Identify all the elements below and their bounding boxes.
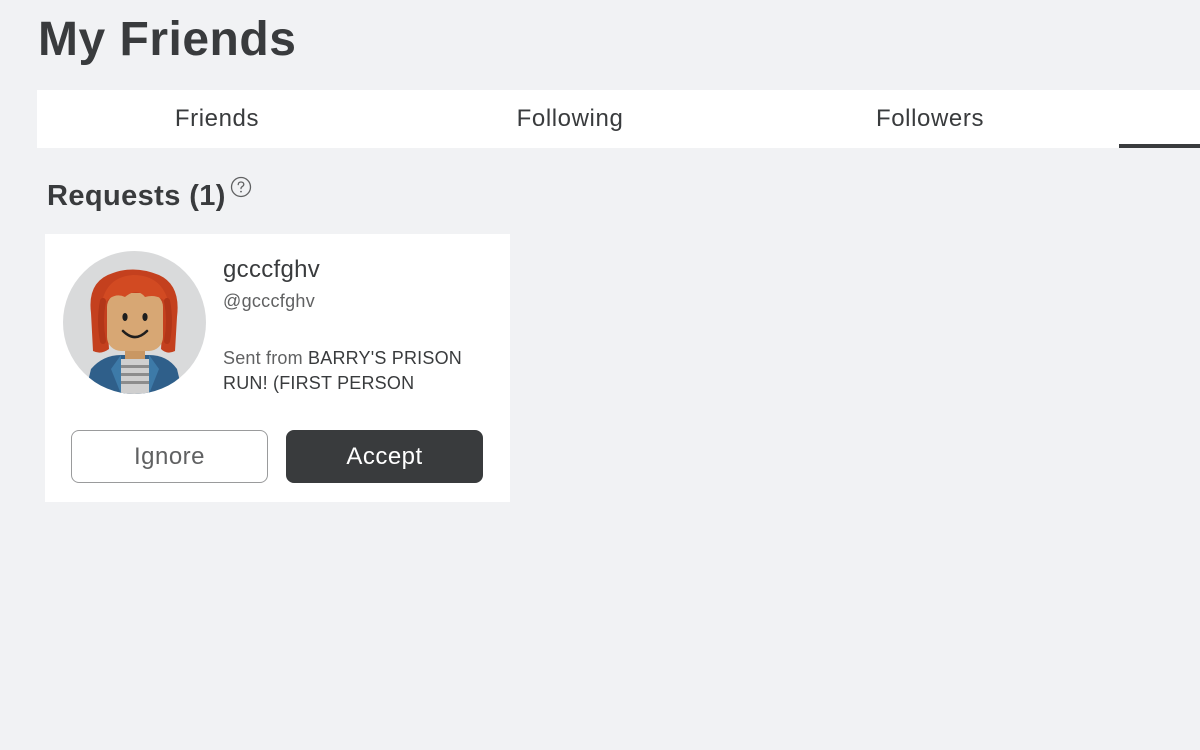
friend-request-card: gcccfghv @gcccfghv Sent from BARRY'S PRI… bbox=[45, 234, 510, 502]
tab-followers[interactable]: Followers bbox=[750, 90, 1110, 148]
page-title: My Friends bbox=[38, 13, 297, 66]
accept-button[interactable]: Accept bbox=[286, 430, 483, 483]
question-circle-icon[interactable] bbox=[230, 176, 252, 198]
avatar[interactable] bbox=[63, 251, 206, 394]
sent-from-text: Sent from BARRY'S PRISON RUN! (FIRST PER… bbox=[223, 346, 503, 396]
friends-page: My Friends Friends Following Followers R… bbox=[0, 0, 1200, 750]
friends-tab-bar: Friends Following Followers bbox=[37, 90, 1200, 148]
tab-friends[interactable]: Friends bbox=[37, 90, 397, 148]
active-tab-indicator bbox=[1119, 144, 1200, 148]
avatar-headshot-icon bbox=[85, 269, 183, 394]
requests-heading: Requests (1) bbox=[47, 176, 252, 216]
tab-requests[interactable] bbox=[1119, 90, 1200, 148]
tab-following[interactable]: Following bbox=[390, 90, 750, 148]
ignore-button[interactable]: Ignore bbox=[71, 430, 268, 483]
requests-heading-label: Requests (1) bbox=[47, 180, 226, 212]
request-display-name[interactable]: gcccfghv bbox=[223, 256, 320, 284]
sent-from-prefix: Sent from bbox=[223, 348, 309, 368]
request-username: @gcccfghv bbox=[223, 291, 316, 311]
